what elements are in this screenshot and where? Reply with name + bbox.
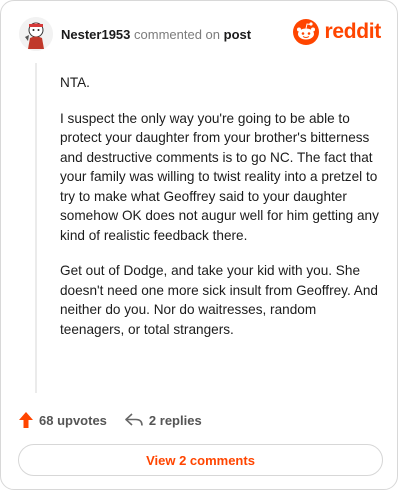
- upvote-count: 68 upvotes: [39, 412, 107, 428]
- commented-on-text: commented on: [134, 27, 221, 42]
- reddit-logo[interactable]: reddit: [293, 17, 381, 47]
- comment-header: Nester1953 commented on post reddit: [19, 15, 381, 55]
- byline: Nester1953 commented on post: [61, 27, 251, 42]
- replies-count: 2 replies: [148, 412, 202, 428]
- comment-card: Nester1953 commented on post reddit NTA.…: [0, 0, 398, 490]
- username-link[interactable]: Nester1953: [61, 27, 130, 42]
- thread-line[interactable]: [35, 63, 37, 393]
- post-link[interactable]: post: [224, 27, 251, 42]
- reddit-wordmark: reddit: [324, 20, 381, 43]
- comment-paragraph: NTA.: [60, 75, 90, 90]
- view-comments-button[interactable]: View 2 comments: [18, 444, 383, 476]
- reply-arrow-icon: [125, 413, 143, 426]
- comment-paragraph: Get out of Dodge, and take your kid with…: [60, 263, 378, 337]
- reddit-alien-icon: [293, 19, 320, 45]
- upvote-arrow-icon: [19, 412, 33, 428]
- comment-body: NTA. I suspect the only way you're going…: [60, 73, 380, 355]
- replies-button[interactable]: 2 replies: [125, 413, 202, 428]
- comment-paragraph: I suspect the only way you're going to b…: [60, 110, 379, 243]
- upvote-button[interactable]: 68 upvotes: [19, 412, 107, 428]
- comment-actions: 68 upvotes 2 replies: [19, 409, 202, 431]
- avatar-icon[interactable]: [19, 17, 53, 51]
